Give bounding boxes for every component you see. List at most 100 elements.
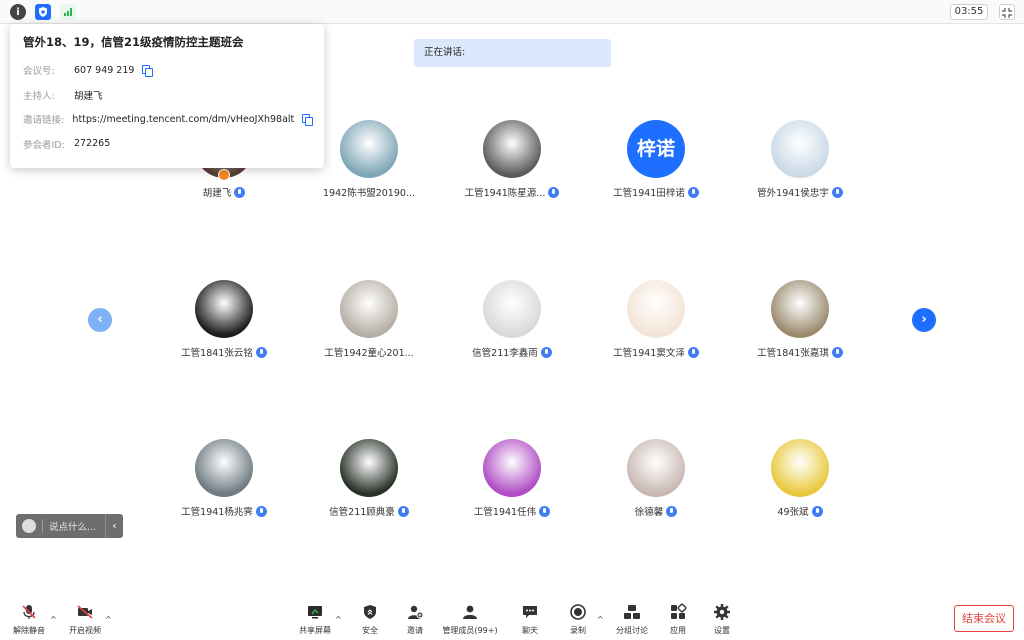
mic-icon: [255, 505, 267, 517]
active-speaker-label: 正在讲话:: [424, 47, 466, 58]
chat-button[interactable]: 聊天: [518, 603, 542, 636]
participant-tile[interactable]: 梓诺 工管1941田梓诺: [586, 120, 726, 199]
participant-tile[interactable]: 工管1942童心201...: [299, 280, 439, 359]
participant-tile[interactable]: 信管211顾典豪: [299, 439, 439, 518]
chat-divider: [42, 519, 43, 533]
participant-tile[interactable]: 工管1941杨兆霁: [154, 439, 294, 518]
participant-avatar: [483, 280, 541, 338]
participant-tile[interactable]: 信管211李鑫雨: [442, 280, 582, 359]
copy-meeting-id-icon[interactable]: [142, 65, 154, 78]
participant-name-row: 工管1841张云铭: [154, 345, 294, 359]
participant-id-row: 参会者ID: 272265: [23, 132, 311, 157]
participant-tile[interactable]: 管外1941侯忠宇: [730, 120, 870, 199]
unmute-label: 解除静音: [13, 626, 45, 635]
breakout-rooms-icon: [623, 603, 641, 621]
participant-name: 工管1941窦文泽: [613, 348, 685, 359]
mic-icon: [540, 346, 552, 358]
settings-button[interactable]: 设置: [710, 603, 734, 636]
participant-name-row: 信管211李鑫雨: [442, 345, 582, 359]
audio-options-caret[interactable]: ^: [50, 615, 57, 624]
add-user-icon: [406, 603, 424, 621]
participant-name-row: 工管1942童心201...: [299, 345, 439, 359]
participant-tile[interactable]: 工管1941陈星源...: [442, 120, 582, 199]
mic-icon: [687, 346, 699, 358]
security-button[interactable]: 安全: [358, 603, 382, 636]
participant-tile[interactable]: 徐德馨: [586, 439, 726, 518]
participant-name-row: 工管1941任伟: [442, 504, 582, 518]
participant-tile[interactable]: 工管1941任伟: [442, 439, 582, 518]
breakout-button[interactable]: 分组讨论: [614, 603, 650, 636]
end-meeting-button[interactable]: 结束会议: [954, 605, 1014, 632]
collapse-chat-button[interactable]: ‹: [105, 514, 123, 538]
participant-name-row: 1942陈书盟20190...: [299, 185, 439, 199]
mic-icon: [234, 186, 246, 198]
apps-grid-icon: [669, 603, 687, 621]
manage-members-label: 管理成员(99+): [442, 626, 498, 635]
participant-tile[interactable]: 工管1841张嘉琪: [730, 280, 870, 359]
mic-icon: [666, 505, 678, 517]
start-video-button[interactable]: 开启视频: [68, 603, 102, 636]
info-icon[interactable]: i: [10, 4, 26, 20]
meeting-id-label: 会议号:: [23, 66, 55, 78]
unmute-button[interactable]: 解除静音: [12, 603, 46, 636]
record-button[interactable]: 录制: [566, 603, 590, 636]
invite-button[interactable]: 邀请: [403, 603, 427, 636]
video-options-caret[interactable]: ^: [105, 615, 112, 624]
participant-name: 信管211顾典豪: [329, 507, 395, 518]
shield-icon[interactable]: [35, 4, 51, 20]
share-screen-label: 共享屏幕: [299, 626, 331, 635]
share-screen-button[interactable]: 共享屏幕: [297, 603, 333, 636]
fullscreen-icon[interactable]: [999, 4, 1015, 20]
invite-link-label: 邀请链接:: [23, 115, 65, 127]
participant-id-value: 272265: [74, 138, 111, 150]
participant-name-row: 信管211顾典豪: [299, 504, 439, 518]
apps-button[interactable]: 应用: [666, 603, 690, 636]
participant-tile[interactable]: 49张斌: [730, 439, 870, 518]
host-label: 主持人:: [23, 90, 55, 102]
gear-icon: [713, 603, 731, 621]
invite-link-value[interactable]: https://meeting.tencent.com/dm/vHeoJXh98…: [72, 114, 294, 125]
participant-name: 工管1941陈星源...: [464, 188, 546, 199]
share-screen-icon: [306, 603, 324, 621]
top-status-bar: i 03:55: [0, 0, 1024, 24]
chat-bubble-icon: [521, 603, 539, 621]
manage-members-button[interactable]: 管理成员(99+): [442, 603, 498, 636]
active-speaker-banner: 正在讲话:: [414, 39, 611, 67]
apps-label: 应用: [670, 626, 686, 635]
mic-icon: [687, 186, 699, 198]
start-video-label: 开启视频: [69, 626, 101, 635]
participant-name: 信管211李鑫雨: [472, 348, 538, 359]
copy-invite-link-icon[interactable]: [302, 114, 313, 127]
chat-quick-input[interactable]: 说点什么... ‹: [16, 514, 123, 538]
participant-name: 工管1841张云铭: [181, 348, 253, 359]
meeting-title: 管外18、19，信管21级疫情防控主题班会: [23, 35, 244, 49]
participant-name-row: 胡建飞: [154, 185, 294, 199]
host-badge-icon: [218, 169, 230, 181]
meeting-id-value: 607 949 219: [74, 64, 135, 76]
participant-tile[interactable]: 工管1841张云铭: [154, 280, 294, 359]
chat-placeholder[interactable]: 说点什么...: [49, 519, 105, 533]
participant-tile[interactable]: 工管1941窦文泽: [586, 280, 726, 359]
record-options-caret[interactable]: ^: [597, 615, 604, 624]
participant-name-row: 徐德馨: [586, 504, 726, 518]
breakout-label: 分组讨论: [616, 626, 648, 635]
participant-name: 管外1941侯忠宇: [757, 188, 829, 199]
next-page-button[interactable]: ›: [912, 308, 936, 332]
previous-page-button[interactable]: ‹: [88, 308, 112, 332]
mic-icon: [397, 505, 409, 517]
chat-label: 聊天: [522, 626, 538, 635]
meeting-timer: 03:55: [950, 4, 988, 20]
invite-label: 邀请: [407, 626, 423, 635]
participant-id-label: 参会者ID:: [23, 139, 65, 151]
emoji-icon[interactable]: [22, 519, 36, 533]
participant-avatar: [771, 280, 829, 338]
participant-avatar: [340, 439, 398, 497]
network-signal-icon[interactable]: [60, 4, 76, 20]
share-options-caret[interactable]: ^: [335, 615, 342, 624]
mic-icon: [831, 346, 843, 358]
participant-name-row: 工管1841张嘉琪: [730, 345, 870, 359]
mic-icon: [811, 505, 823, 517]
participant-name-row: 工管1941田梓诺: [586, 185, 726, 199]
members-icon: [461, 603, 479, 621]
security-label: 安全: [362, 626, 378, 635]
